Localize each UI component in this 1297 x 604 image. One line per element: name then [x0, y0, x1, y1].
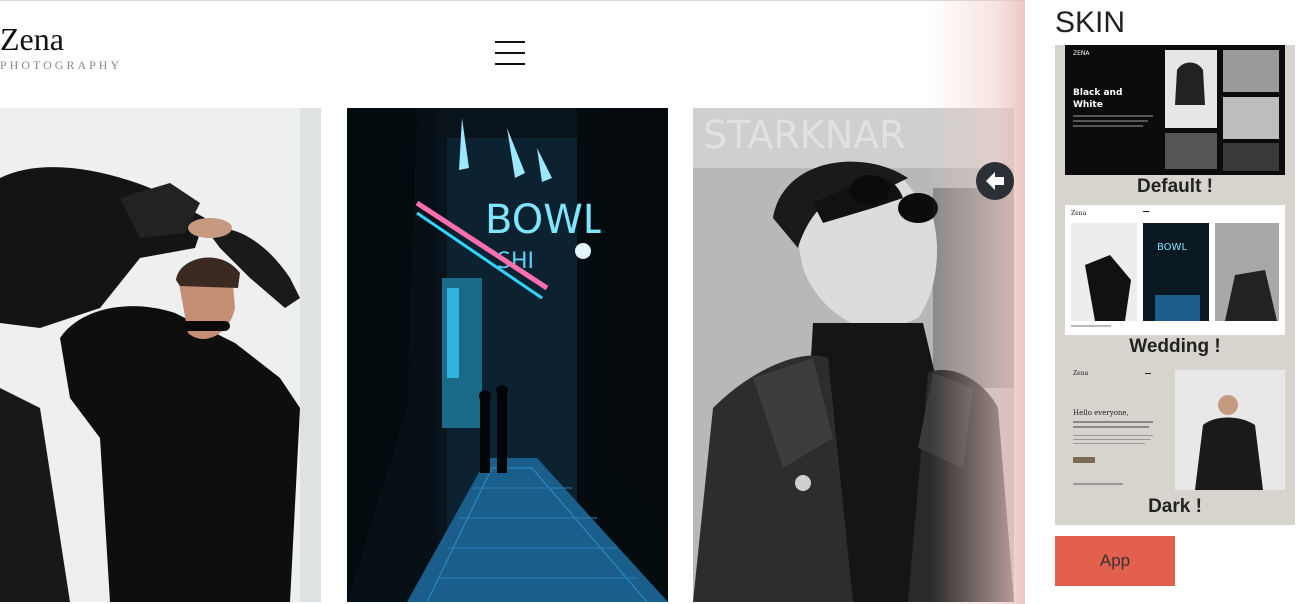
app-button[interactable]: App: [1055, 536, 1175, 586]
skin-panel: SKIN ZENA Black and White Default ! Zena…: [1025, 0, 1297, 604]
preview-heading: Hello everyone,: [1073, 409, 1129, 417]
svg-text:White: White: [1073, 100, 1103, 110]
preview-logo: Zena: [1071, 210, 1087, 217]
gallery-photo-1[interactable]: [0, 108, 321, 602]
preview-logo: Zena: [1073, 370, 1089, 377]
skin-thumb-dark[interactable]: Zena Hello everyone,: [1065, 365, 1287, 495]
svg-text:BOWL: BOWL: [485, 197, 606, 243]
svg-text:Black and: Black and: [1073, 88, 1122, 98]
hamburger-icon[interactable]: [495, 41, 525, 65]
skin-thumb-wedding[interactable]: Zena BOWL: [1065, 205, 1285, 335]
arrow-left-icon[interactable]: [976, 162, 1014, 200]
skin-label-wedding[interactable]: Wedding !: [1055, 336, 1295, 358]
skin-thumb-default[interactable]: ZENA Black and White: [1065, 45, 1285, 175]
skin-label-dark[interactable]: Dark !: [1055, 496, 1295, 518]
skin-list: ZENA Black and White Default ! Zena BOWL…: [1055, 45, 1295, 525]
gallery-photo-3[interactable]: STARKNAR: [693, 108, 1014, 602]
skin-label-default[interactable]: Default !: [1055, 176, 1295, 198]
logo-title: Zena: [0, 21, 64, 57]
svg-text:BOWL: BOWL: [1157, 242, 1187, 253]
logo-subtitle: PHOTOGRAPHY: [0, 58, 123, 72]
preview-logo: ZENA: [1073, 50, 1090, 57]
svg-text:STARKNAR: STARKNAR: [703, 113, 906, 157]
skin-panel-title: SKIN: [1055, 6, 1126, 39]
site-logo[interactable]: Zena PHOTOGRAPHY: [0, 20, 122, 73]
site-preview: Zena PHOTOGRAPHY BOWL SHI STARKNAR: [0, 0, 1025, 604]
gallery-photo-2[interactable]: BOWL SHI: [347, 108, 668, 602]
